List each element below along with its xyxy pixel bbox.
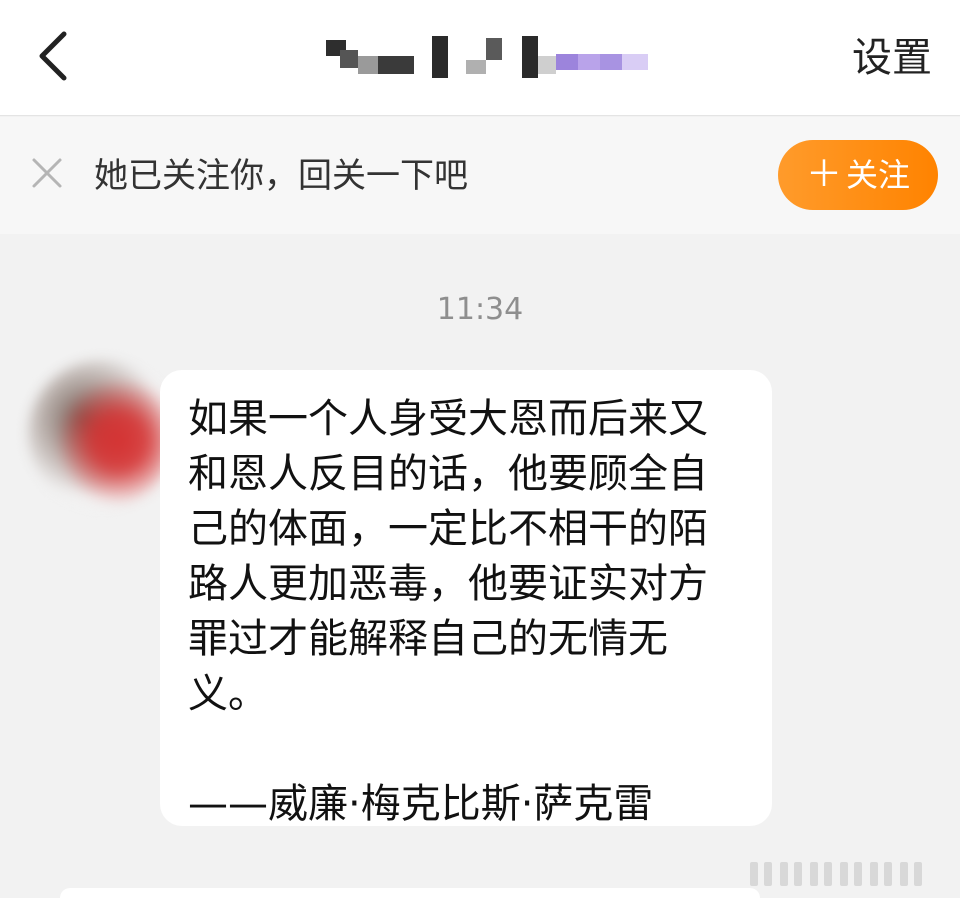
watermark-mark — [854, 862, 862, 886]
watermark-mark — [840, 862, 848, 886]
watermark-mark — [764, 862, 772, 886]
settings-button[interactable]: 设置 — [852, 32, 932, 84]
watermark-mark — [824, 862, 832, 886]
follow-button[interactable]: ＋关注 — [778, 140, 938, 210]
message-line: 罪过才能解释自己的无情无 — [188, 616, 668, 662]
message-timestamp: 11:34 — [436, 292, 524, 327]
watermark-mark — [780, 862, 788, 886]
quote-attribution: ——威廉·梅克比斯·萨克雷 — [188, 781, 654, 827]
top-navbar: 设置 — [0, 0, 960, 116]
back-button[interactable] — [24, 20, 88, 92]
chevron-left-icon — [39, 31, 67, 81]
message-bubble[interactable]: 如果一个人身受大恩而后来又 和恩人反目的话，他要顾全自 己的体面，一定比不相干的… — [160, 370, 772, 827]
watermark-mark — [810, 862, 818, 886]
follow-back-message: 她已关注你，回关一下吧 — [94, 156, 468, 196]
watermark-mark — [870, 862, 878, 886]
close-icon — [32, 158, 62, 188]
message-line: 路人更加恶毒，他要证实对方 — [188, 561, 708, 607]
watermark-mark — [900, 862, 908, 886]
watermark — [750, 860, 930, 890]
redaction-block — [522, 36, 538, 78]
watermark-mark — [794, 862, 802, 886]
redaction-block — [378, 56, 414, 74]
redaction-block — [538, 56, 556, 74]
redaction-block — [358, 56, 378, 74]
redaction-block — [486, 38, 502, 60]
message-line: 己的体面，一定比不相干的陌 — [188, 506, 708, 552]
redaction-block — [556, 54, 578, 70]
message-line: 义。 — [188, 671, 268, 717]
message-line: 如果一个人身受大恩而后来又 — [188, 396, 708, 442]
redaction-block — [622, 54, 648, 70]
watermark-mark — [914, 862, 922, 886]
plus-icon: ＋ — [805, 154, 842, 195]
watermark-mark — [750, 862, 758, 886]
redaction-block — [578, 54, 600, 70]
message-line: 和恩人反目的话，他要顾全自 — [188, 451, 708, 497]
redaction-block — [600, 54, 622, 70]
dismiss-button[interactable] — [24, 150, 70, 196]
avatar[interactable] — [28, 360, 176, 508]
redaction-block — [340, 50, 358, 68]
chat-title-redacted — [322, 34, 652, 80]
next-message-bubble-edge — [60, 888, 760, 898]
redaction-block — [466, 60, 486, 74]
message-text: 如果一个人身受大恩而后来又 和恩人反目的话，他要顾全自 己的体面，一定比不相干的… — [188, 392, 748, 832]
watermark-mark — [884, 862, 892, 886]
follow-button-label: 关注 — [846, 156, 911, 194]
redaction-block — [432, 36, 448, 78]
